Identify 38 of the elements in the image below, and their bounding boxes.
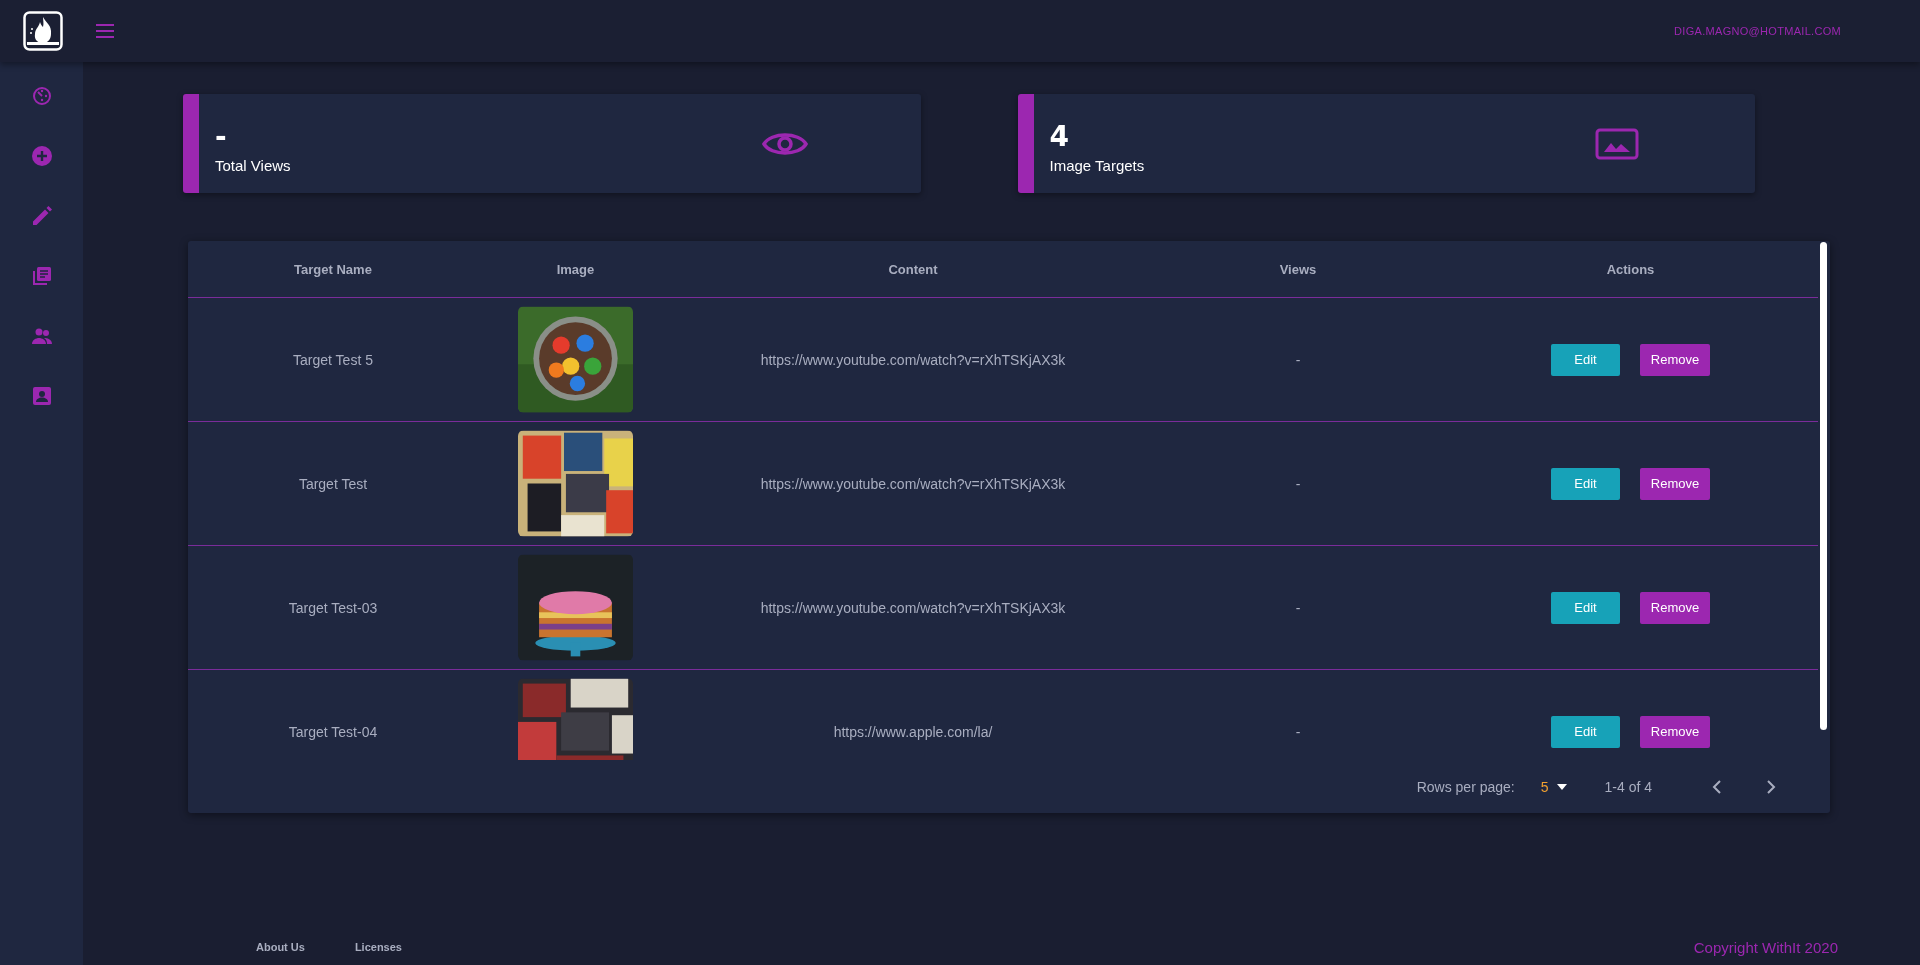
scrollbar-thumb[interactable]: [1820, 242, 1827, 730]
copyright-text: Copyright WithIt 2020: [1693, 939, 1838, 956]
footer-link[interactable]: About Us: [256, 941, 305, 953]
remove-button[interactable]: Remove: [1640, 715, 1710, 748]
table-cell: https://www.youtube.com/watch?v=rXhTSKjAX3k: [760, 351, 1066, 368]
table-cell: Target Test: [298, 475, 368, 492]
stat-label: Total Views: [215, 157, 292, 174]
table-cell: -: [1295, 351, 1301, 368]
page-range: 1-4 of 4: [1604, 778, 1652, 795]
table-cell: -: [1295, 475, 1301, 492]
previous-page-icon[interactable]: [1712, 778, 1722, 795]
flame-logo[interactable]: [23, 11, 63, 51]
table-cell: -: [1295, 723, 1301, 740]
next-page-icon[interactable]: [1766, 778, 1776, 795]
remove-button[interactable]: Remove: [1640, 343, 1710, 376]
remove-button[interactable]: Remove: [1640, 591, 1710, 624]
column-header[interactable]: Target Name: [294, 261, 372, 277]
column-header[interactable]: Image: [556, 261, 595, 277]
column-header[interactable]: Views: [1279, 261, 1317, 277]
stat-value: 4: [1049, 121, 1070, 153]
add-icon[interactable]: [29, 144, 54, 168]
table-cell: https://www.apple.com/la/: [833, 723, 993, 740]
rows-per-page-label: Rows per page:: [1416, 778, 1515, 795]
table-cell: -: [1295, 599, 1301, 616]
table-cell: https://www.youtube.com/watch?v=rXhTSKjAX3k: [760, 599, 1066, 616]
stat-value: -: [215, 121, 228, 153]
column-header[interactable]: Actions: [1606, 261, 1655, 277]
column-header[interactable]: Content: [888, 261, 938, 277]
remove-button[interactable]: Remove: [1640, 467, 1710, 500]
footer-link[interactable]: Licenses: [354, 941, 402, 953]
image-icon: [1595, 127, 1639, 160]
caret-icon: [1556, 783, 1567, 790]
stat-label: Image Targets: [1049, 157, 1146, 174]
table-cell: Target Test 5: [293, 351, 373, 368]
table-cell: Target Test-04: [288, 723, 378, 740]
rows-per-page-select[interactable]: 5: [1540, 778, 1567, 795]
table-cell: Target Test-03: [288, 599, 378, 616]
table-cell: https://www.youtube.com/watch?v=rXhTSKjAX3k: [760, 475, 1066, 492]
